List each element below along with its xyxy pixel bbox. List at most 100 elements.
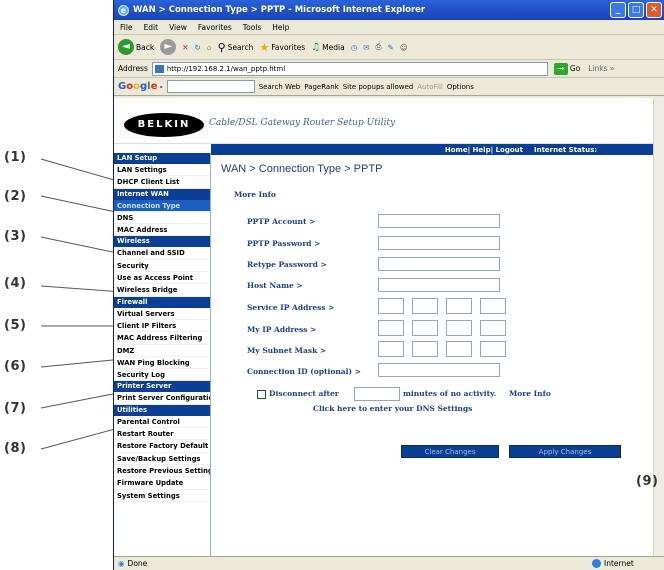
sidebar-section-internet-wan: Internet WAN: [114, 188, 210, 200]
menu-help[interactable]: Help: [272, 23, 289, 32]
google-popups[interactable]: Site popups allowed: [343, 83, 414, 91]
status-internet: Internet: [604, 559, 634, 568]
home-icon[interactable]: ⌂: [207, 43, 212, 52]
status-bar: ◉ Done Internet: [114, 556, 664, 570]
forward-button[interactable]: ►: [160, 39, 177, 55]
sidebar-item-print-server-config[interactable]: Print Server Configuration: [114, 392, 210, 405]
sidebar-item-virtual-servers[interactable]: Virtual Servers: [114, 308, 210, 320]
sidebar-item-mac-filtering[interactable]: MAC Address Filtering: [114, 332, 210, 345]
sidebar-item-connection-type[interactable]: Connection Type: [114, 199, 210, 212]
retype-password-input[interactable]: [378, 257, 500, 271]
disconnect-checkbox[interactable]: [257, 390, 266, 399]
mail-icon[interactable]: ✉: [363, 43, 369, 52]
browser-window: e WAN > Connection Type > PPTP - Microso…: [113, 0, 664, 570]
print-icon[interactable]: ⎙: [376, 42, 382, 52]
service-ip-label: Service IP Address >: [247, 303, 335, 312]
close-button[interactable]: ✕: [646, 2, 662, 18]
sidebar-item-wan-ping-blocking[interactable]: WAN Ping Blocking: [114, 357, 210, 370]
google-search-input[interactable]: [166, 80, 255, 93]
sidebar-item-dns[interactable]: DNS: [114, 212, 210, 225]
sidebar-item-restore-factory[interactable]: Restore Factory Default: [114, 440, 210, 453]
page-title: WAN > Connection Type > PPTP: [221, 163, 383, 175]
menu-tools[interactable]: Tools: [243, 23, 261, 32]
service-ip-octet-2[interactable]: [412, 298, 438, 314]
disconnect-minutes-input[interactable]: [354, 387, 400, 401]
sidebar-item-security[interactable]: Security: [114, 260, 210, 273]
globe-icon: [592, 559, 601, 568]
edit-icon[interactable]: ✎: [388, 43, 394, 52]
disconnect-prefix-label: Disconnect after: [269, 389, 339, 398]
google-options[interactable]: Options: [447, 83, 474, 91]
subnet-octet-4[interactable]: [480, 341, 506, 357]
sidebar-item-system-settings[interactable]: System Settings: [114, 490, 210, 502]
media-button[interactable]: ♫ Media: [311, 42, 345, 53]
history-icon[interactable]: ◷: [351, 43, 358, 52]
connection-id-input[interactable]: [378, 363, 500, 377]
links-label[interactable]: Links »: [588, 64, 614, 73]
host-name-label: Host Name >: [247, 281, 303, 290]
sidebar-item-restore-previous[interactable]: Restore Previous Settings: [114, 465, 210, 478]
dns-settings-link[interactable]: Click here to enter your DNS Settings: [313, 404, 472, 413]
go-label: Go: [569, 64, 581, 73]
my-ip-octet-3[interactable]: [446, 320, 472, 336]
service-ip-octet-1[interactable]: [378, 298, 404, 314]
host-name-input[interactable]: [378, 278, 500, 292]
search-icon: ⚲: [217, 40, 226, 54]
title-bar: e WAN > Connection Type > PPTP - Microso…: [114, 0, 664, 20]
belkin-logo: BELKIN: [124, 113, 204, 137]
back-button[interactable]: ◄ Back: [118, 39, 154, 55]
menu-file[interactable]: File: [120, 23, 133, 32]
disconnect-more-info-link[interactable]: More Info: [509, 389, 551, 398]
stop-icon[interactable]: ✕: [182, 43, 188, 52]
maximize-button[interactable]: □: [628, 2, 644, 18]
sidebar-section-printer-server: Printer Server: [114, 381, 210, 393]
menu-view[interactable]: View: [169, 23, 187, 32]
sidebar-item-save-backup[interactable]: Save/Backup Settings: [114, 453, 210, 465]
sidebar-item-restart-router[interactable]: Restart Router: [114, 428, 210, 441]
service-ip-octet-3[interactable]: [446, 298, 472, 314]
address-input[interactable]: http://192.168.2.1/wan_pptp.html: [151, 61, 548, 76]
sidebar-item-security-log[interactable]: Security Log: [114, 369, 210, 382]
apply-changes-button[interactable]: Apply Changes: [509, 445, 621, 458]
refresh-icon[interactable]: ↻: [195, 43, 201, 52]
more-info-link[interactable]: More Info: [234, 190, 276, 199]
subnet-octet-1[interactable]: [378, 341, 404, 357]
pptp-account-input[interactable]: [378, 214, 500, 228]
service-ip-octet-4[interactable]: [480, 298, 506, 314]
menu-edit[interactable]: Edit: [144, 23, 159, 32]
belkin-header: BELKIN Cable/DSL Gateway Router Setup Ut…: [114, 98, 654, 144]
sidebar-item-parental-control[interactable]: Parental Control: [114, 416, 210, 429]
clear-changes-button[interactable]: Clear Changes: [401, 445, 499, 458]
go-button[interactable]: → Go: [553, 62, 581, 75]
search-button[interactable]: ⚲ Search: [218, 41, 254, 54]
sidebar-item-channel-ssid[interactable]: Channel and SSID: [114, 247, 210, 260]
go-arrow-icon: →: [553, 62, 568, 75]
my-ip-octet-1[interactable]: [378, 320, 404, 336]
my-ip-octet-4[interactable]: [480, 320, 506, 336]
my-ip-octet-2[interactable]: [412, 320, 438, 336]
google-search-web[interactable]: Search Web: [259, 83, 301, 91]
messenger-icon[interactable]: ☺: [400, 43, 408, 52]
back-label: Back: [136, 42, 155, 52]
sidebar-item-access-point[interactable]: Use as Access Point: [114, 272, 210, 285]
page-content: BELKIN Cable/DSL Gateway Router Setup Ut…: [114, 98, 654, 556]
minimize-button[interactable]: _: [610, 2, 626, 18]
disconnect-suffix-label: minutes of no activity.: [403, 389, 497, 398]
sidebar-item-firmware-update[interactable]: Firmware Update: [114, 477, 210, 490]
sidebar-item-mac-address[interactable]: MAC Address: [114, 224, 210, 237]
favorites-button[interactable]: ★ Favorites: [259, 41, 305, 54]
sidebar-item-lan-settings[interactable]: LAN Settings: [114, 164, 210, 177]
sidebar-item-dmz[interactable]: DMZ: [114, 345, 210, 357]
star-icon: ★: [259, 40, 270, 54]
menu-favorites[interactable]: Favorites: [198, 23, 232, 32]
sidebar-item-wireless-bridge[interactable]: Wireless Bridge: [114, 284, 210, 297]
subnet-octet-3[interactable]: [446, 341, 472, 357]
callout-3: (3): [4, 229, 27, 244]
pptp-password-input[interactable]: [378, 236, 500, 250]
sidebar-item-dhcp-client-list[interactable]: DHCP Client List: [114, 176, 210, 189]
sidebar-item-client-ip-filters[interactable]: Client IP Filters: [114, 320, 210, 333]
google-autofill[interactable]: AutoFill: [417, 83, 443, 91]
pptp-password-label: PPTP Password >: [247, 239, 321, 248]
subnet-octet-2[interactable]: [412, 341, 438, 357]
google-logo[interactable]: Google -: [118, 81, 163, 92]
